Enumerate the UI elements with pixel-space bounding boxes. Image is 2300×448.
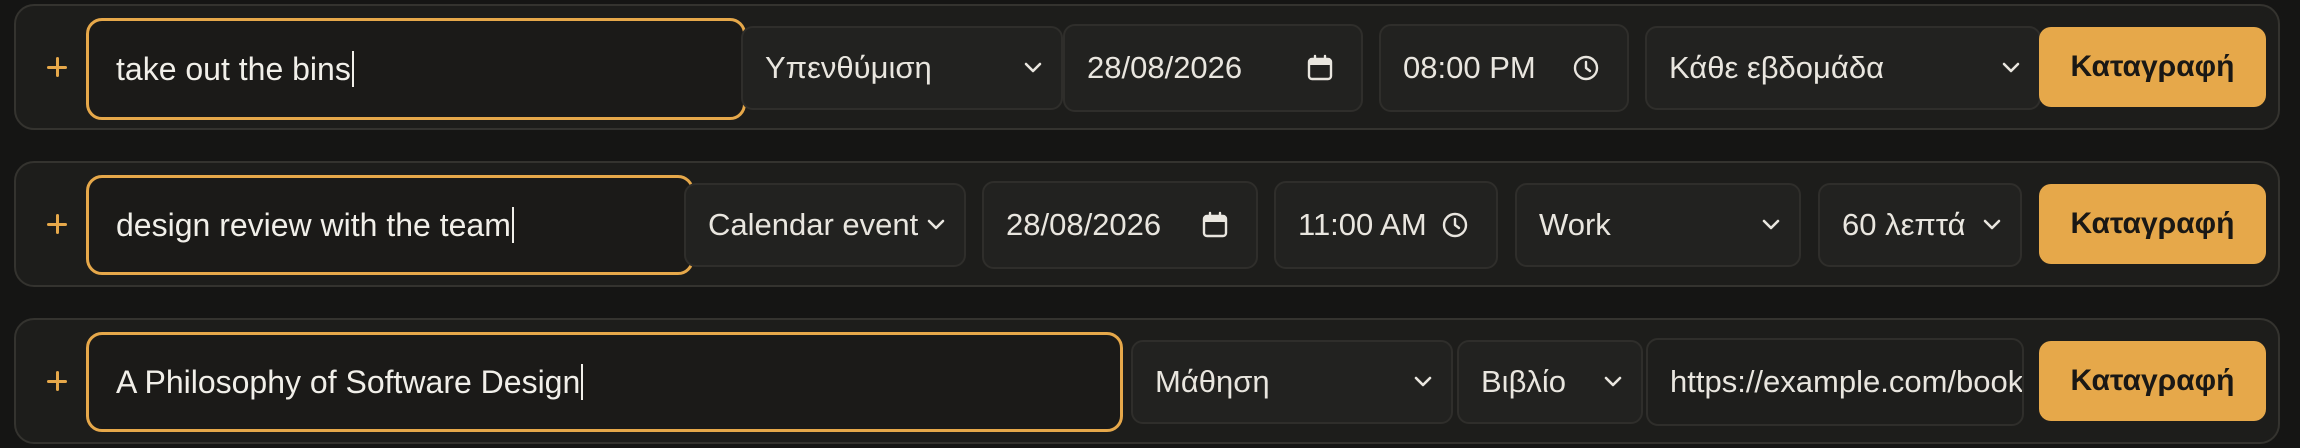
calendar-icon[interactable]: [1305, 53, 1335, 83]
time-input[interactable]: 08:00 PM: [1379, 24, 1629, 112]
duration-select-value: 60 λεπτά: [1842, 207, 1966, 242]
date-input-value: 28/08/2026: [1006, 207, 1162, 242]
url-input-value: https://example.com/book: [1670, 364, 2022, 399]
chevron-down-icon: [1604, 376, 1622, 387]
time-input-value: 11:00 AM: [1298, 207, 1427, 242]
submit-button[interactable]: Καταγραφή: [2039, 341, 2266, 421]
text-caret: [581, 364, 584, 400]
chevron-down-icon: [1762, 219, 1780, 230]
type-select[interactable]: Υπενθύμιση: [741, 26, 1063, 110]
kind-select-value: Βιβλίο: [1481, 364, 1567, 399]
chevron-down-icon: [1983, 219, 2001, 230]
category-select-value: Μάθηση: [1155, 364, 1270, 399]
type-select-value: Calendar event: [708, 207, 919, 242]
submit-button[interactable]: Καταγραφή: [2039, 184, 2266, 264]
reminder-row: take out the bins Υπενθύμιση 28/08/2026 …: [14, 4, 2280, 130]
title-input[interactable]: design review with the team: [86, 175, 694, 275]
category-select[interactable]: Μάθηση: [1131, 340, 1453, 424]
chevron-down-icon: [1024, 62, 1042, 73]
plus-icon[interactable]: [36, 47, 76, 87]
plus-icon[interactable]: [36, 361, 76, 401]
date-input[interactable]: 28/08/2026: [1063, 24, 1363, 112]
calendar-icon[interactable]: [1200, 210, 1230, 240]
calendar-select-value: Work: [1539, 207, 1611, 242]
clock-icon[interactable]: [1440, 210, 1470, 240]
date-input-value: 28/08/2026: [1087, 50, 1243, 85]
chevron-down-icon: [927, 219, 945, 230]
repeat-select-value: Κάθε εβδομάδα: [1669, 50, 1885, 85]
text-caret: [351, 51, 354, 87]
date-input[interactable]: 28/08/2026: [982, 181, 1258, 269]
title-input-value: take out the bins: [116, 50, 351, 87]
calendar-select[interactable]: Work: [1515, 183, 1801, 267]
plus-icon[interactable]: [36, 204, 76, 244]
url-input[interactable]: https://example.com/book: [1646, 338, 2024, 426]
title-input[interactable]: take out the bins: [86, 18, 746, 120]
calendar-event-row: design review with the team Calendar eve…: [14, 161, 2280, 287]
text-caret: [511, 207, 514, 243]
chevron-down-icon: [2002, 62, 2020, 73]
kind-select[interactable]: Βιβλίο: [1457, 340, 1643, 424]
time-input[interactable]: 11:00 AM: [1274, 181, 1498, 269]
title-input[interactable]: A Philosophy of Software Design: [86, 332, 1123, 432]
type-select[interactable]: Calendar event: [684, 183, 966, 267]
learning-row: A Philosophy of Software Design Μάθηση Β…: [14, 318, 2280, 444]
submit-button[interactable]: Καταγραφή: [2039, 27, 2266, 107]
chevron-down-icon: [1414, 376, 1432, 387]
type-select-value: Υπενθύμιση: [765, 50, 932, 85]
repeat-select[interactable]: Κάθε εβδομάδα: [1645, 26, 2041, 110]
title-input-value: design review with the team: [116, 206, 511, 243]
title-input-value: A Philosophy of Software Design: [116, 363, 581, 400]
clock-icon[interactable]: [1571, 53, 1601, 83]
time-input-value: 08:00 PM: [1403, 50, 1536, 85]
duration-select[interactable]: 60 λεπτά: [1818, 183, 2022, 267]
